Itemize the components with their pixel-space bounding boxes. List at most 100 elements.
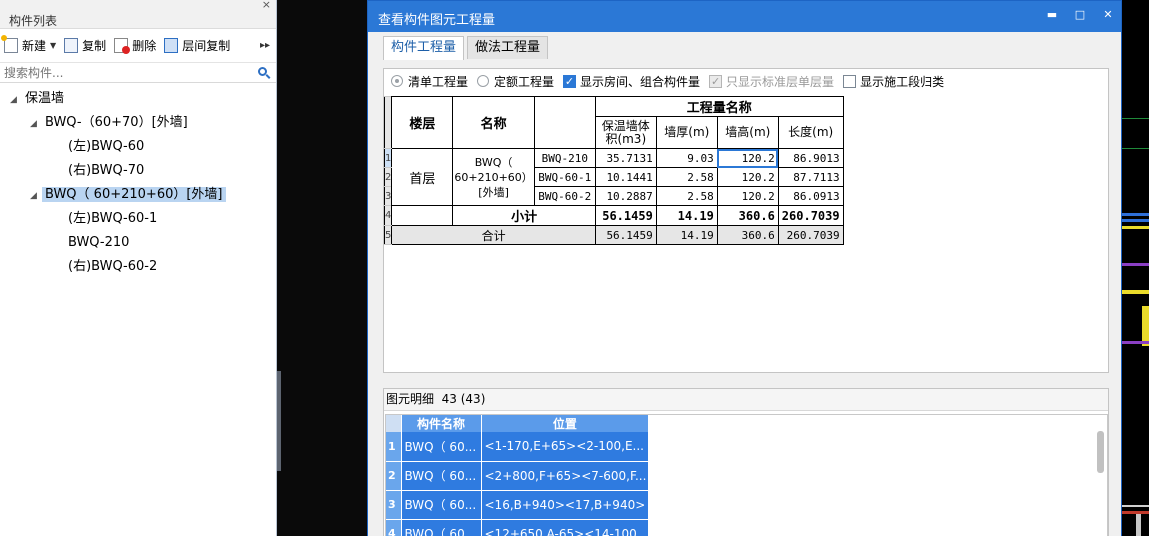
blank-cell bbox=[391, 205, 454, 226]
dialog-title-bar[interactable]: 查看构件图元工程量 ▬ □ ✕ bbox=[368, 1, 1121, 32]
checkbox-checked-icon[interactable]: ✓ bbox=[563, 74, 577, 88]
sub-name-cell[interactable]: BWQ-210 bbox=[533, 148, 596, 168]
tree-node-insulation-wall[interactable]: ◢ 保温墙 bbox=[0, 87, 276, 111]
position-cell[interactable]: <12+650,A-65><14-100... bbox=[481, 519, 650, 536]
tree-node-bwq-210[interactable]: BWQ-210 bbox=[0, 231, 276, 255]
cad-canvas[interactable] bbox=[1122, 0, 1149, 536]
subtotal-row[interactable]: 4 小计 56.1459 14.19 360.6 260.7039 bbox=[383, 205, 844, 226]
component-tree: ◢ 保温墙 ◢ BWQ-（60+70）[外墙] (左)BWQ-60 (右)BWQ-7… bbox=[0, 83, 276, 279]
maximize-icon[interactable]: □ bbox=[1073, 8, 1087, 22]
chevron-down-icon[interactable]: ▼ bbox=[50, 41, 56, 50]
close-icon[interactable]: ✕ bbox=[1101, 8, 1115, 22]
height-cell[interactable]: 120.2 bbox=[716, 167, 779, 187]
tree-node-bwq-60-210-60[interactable]: ◢ BWQ（ 60+210+60）[外墙] bbox=[0, 183, 276, 207]
row-number[interactable]: 2 bbox=[383, 167, 393, 187]
component-name-cell[interactable]: BWQ（ 60... bbox=[401, 432, 482, 462]
radio-quota-quantity[interactable]: 定额工程量 bbox=[477, 73, 554, 90]
checkbox-construction-stage[interactable]: 显示施工段归类 bbox=[843, 73, 944, 90]
row-number[interactable]: 4 bbox=[386, 519, 402, 536]
tree-node-bwq-60-70[interactable]: ◢ BWQ-（60+70）[外墙] bbox=[0, 111, 276, 135]
expand-arrow-icon[interactable]: ◢ bbox=[10, 88, 22, 112]
sub-name-cell[interactable]: BWQ-60-2 bbox=[533, 186, 596, 206]
new-button[interactable]: 新建 ▼ bbox=[1, 35, 56, 57]
component-name-cell[interactable]: BWQ（ 60... bbox=[401, 519, 482, 536]
table-row[interactable]: 2 BWQ（ 60... <2+800,F+65><7-600,F... bbox=[386, 461, 650, 491]
thickness-cell[interactable]: 2.58 bbox=[655, 167, 718, 187]
checkbox-unchecked-icon[interactable] bbox=[843, 74, 857, 88]
detail-table: 构件名称 位置 1 BWQ（ 60... <1-170,E+65><2-100,… bbox=[386, 415, 650, 536]
vertical-scrollbar-thumb[interactable] bbox=[1097, 431, 1104, 473]
column-header-thickness: 墙厚(m) bbox=[655, 116, 718, 149]
search-icon[interactable] bbox=[258, 67, 267, 76]
minimize-icon[interactable]: ▬ bbox=[1045, 8, 1059, 22]
radio-list-quantity[interactable]: 清单工程量 bbox=[391, 73, 468, 90]
column-header-sub bbox=[533, 96, 596, 149]
position-cell[interactable]: <1-170,E+65><2-100,E... bbox=[481, 432, 650, 462]
thickness-cell[interactable]: 2.58 bbox=[655, 186, 718, 206]
row-number[interactable]: 3 bbox=[383, 186, 393, 206]
tree-node-right-bwq-60-2[interactable]: (右)BWQ-60-2 bbox=[0, 255, 276, 279]
floor-copy-button[interactable]: 层间复制 bbox=[164, 35, 230, 57]
thickness-cell[interactable]: 9.03 bbox=[655, 148, 718, 168]
table-row[interactable]: 3 BWQ（ 60... <16,B+940><17,B+940> bbox=[386, 490, 650, 520]
total-row[interactable]: 5 合计 56.1459 14.19 360.6 260.7039 bbox=[383, 225, 844, 245]
column-header-length: 长度(m) bbox=[777, 116, 844, 149]
length-cell[interactable]: 87.7113 bbox=[777, 167, 844, 187]
component-name-cell[interactable]: BWQ（ 60... bbox=[401, 490, 482, 520]
expand-arrow-icon[interactable]: ◢ bbox=[30, 184, 42, 208]
component-name-cell[interactable]: BWQ（ 60... bbox=[401, 461, 482, 491]
row-number[interactable]: 5 bbox=[383, 225, 393, 245]
column-header-component-name[interactable]: 构件名称 bbox=[401, 415, 482, 432]
length-cell[interactable]: 86.9013 bbox=[777, 148, 844, 168]
height-cell[interactable]: 120.2 bbox=[716, 148, 779, 168]
height-cell[interactable]: 360.6 bbox=[716, 225, 779, 245]
panel-title-bar: 构件列表 × bbox=[0, 0, 276, 29]
row-number[interactable]: 2 bbox=[386, 461, 402, 491]
volume-cell[interactable]: 35.7131 bbox=[594, 148, 657, 168]
radio-icon[interactable] bbox=[477, 75, 490, 87]
height-cell[interactable]: 120.2 bbox=[716, 186, 779, 206]
tree-node-right-bwq-70[interactable]: (右)BWQ-70 bbox=[0, 159, 276, 183]
cad-line bbox=[1122, 148, 1149, 149]
copy-button[interactable]: 复制 bbox=[64, 35, 106, 57]
row-number[interactable]: 1 bbox=[386, 432, 402, 462]
thickness-cell[interactable]: 14.19 bbox=[655, 225, 718, 245]
position-cell[interactable]: <2+800,F+65><7-600,F... bbox=[481, 461, 650, 491]
tab-component-quantity[interactable]: 构件工程量 bbox=[383, 36, 465, 60]
component-name-cell[interactable]: BWQ（ 60+210+60）[外墙] bbox=[452, 148, 535, 206]
tab-method-quantity[interactable]: 做法工程量 bbox=[467, 36, 549, 59]
table-row[interactable]: 4 BWQ（ 60... <12+650,A-65><14-100... bbox=[386, 519, 650, 536]
floor-cell[interactable]: 首层 bbox=[391, 148, 454, 206]
length-cell[interactable]: 86.0913 bbox=[777, 186, 844, 206]
thickness-cell[interactable]: 14.19 bbox=[655, 205, 718, 226]
volume-cell[interactable]: 10.2887 bbox=[594, 186, 657, 206]
checkbox-show-rooms[interactable]: ✓ 显示房间、组合构件量 bbox=[563, 73, 700, 90]
tree-node-left-bwq-60[interactable]: (左)BWQ-60 bbox=[0, 135, 276, 159]
row-number[interactable]: 1 bbox=[383, 148, 393, 168]
row-number[interactable]: 3 bbox=[386, 490, 402, 520]
column-header-position[interactable]: 位置 bbox=[481, 415, 650, 432]
volume-cell[interactable]: 10.1441 bbox=[594, 167, 657, 187]
close-icon[interactable]: × bbox=[262, 0, 271, 11]
row-number[interactable]: 4 bbox=[383, 205, 393, 226]
position-cell[interactable]: <16,B+940><17,B+940> bbox=[481, 490, 650, 520]
cad-line bbox=[1122, 290, 1149, 294]
search-input[interactable] bbox=[0, 63, 240, 82]
expand-arrow-icon[interactable]: ◢ bbox=[30, 112, 42, 136]
panel-splitter-handle[interactable] bbox=[277, 371, 281, 471]
sub-name-cell[interactable]: BWQ-60-1 bbox=[533, 167, 596, 187]
volume-cell[interactable]: 56.1459 bbox=[594, 205, 657, 226]
height-cell[interactable]: 360.6 bbox=[716, 205, 779, 226]
more-tools-icon[interactable]: ▸▸ bbox=[260, 40, 270, 51]
table-row[interactable]: 1 首层 BWQ（ 60+210+60）[外墙] BWQ-210 35.7131… bbox=[383, 148, 844, 206]
display-options: 清单工程量 定额工程量 ✓ 显示房间、组合构件量 ✓ 只显示标准层单层量 显示施… bbox=[391, 72, 953, 90]
tree-node-left-bwq-60-1[interactable]: (左)BWQ-60-1 bbox=[0, 207, 276, 231]
delete-button[interactable]: 删除 bbox=[114, 35, 156, 57]
radio-icon[interactable] bbox=[391, 75, 403, 87]
table-row[interactable]: 1 BWQ（ 60... <1-170,E+65><2-100,E... bbox=[386, 432, 650, 462]
length-cell[interactable]: 260.7039 bbox=[777, 225, 844, 245]
option-label: 显示施工段归类 bbox=[860, 74, 945, 89]
length-cell[interactable]: 260.7039 bbox=[777, 205, 844, 226]
volume-cell[interactable]: 56.1459 bbox=[594, 225, 657, 245]
detail-count: 43 (43) bbox=[441, 392, 486, 406]
